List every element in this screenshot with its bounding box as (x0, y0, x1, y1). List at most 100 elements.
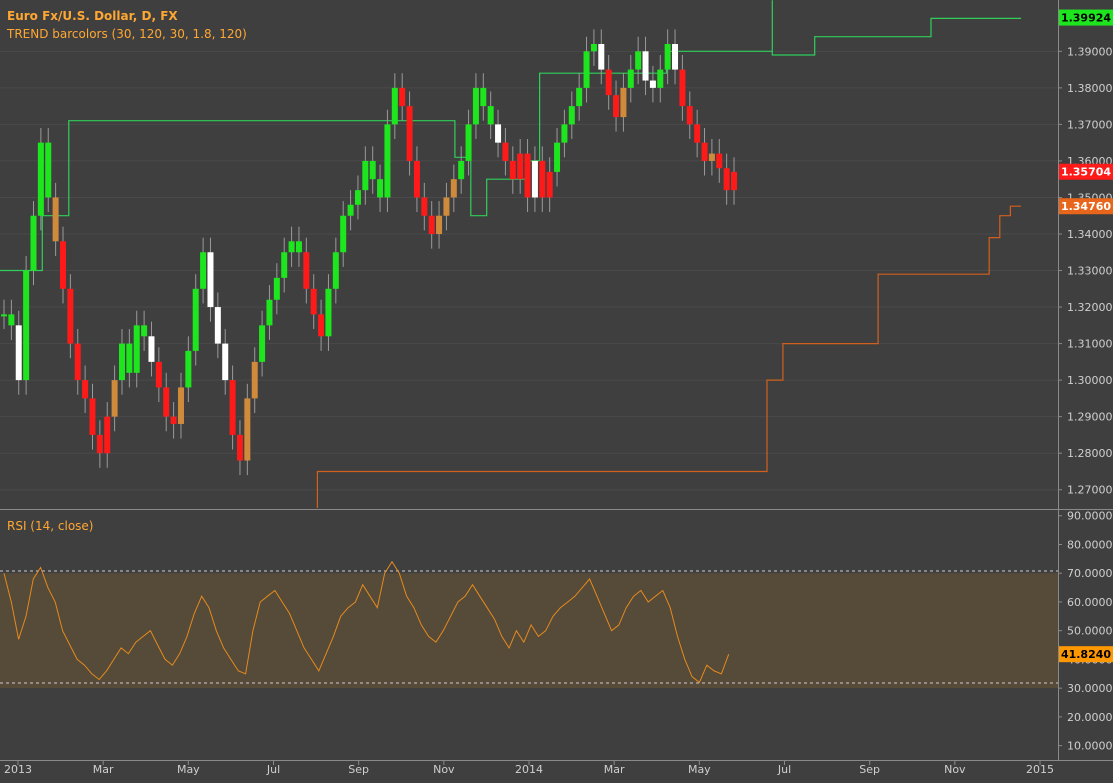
rsi-tick-label: 20.0000 (1067, 711, 1113, 724)
time-axis-label: 2014 (515, 763, 543, 776)
price-bar (686, 106, 693, 125)
price-bar (318, 314, 325, 337)
price-bar (82, 380, 89, 399)
price-bar (539, 160, 546, 198)
price-bar (554, 142, 561, 172)
price-bar (583, 51, 590, 88)
rsi-tick-label: 90.0000 (1067, 510, 1113, 523)
price-bar (428, 215, 435, 234)
price-bar (59, 241, 66, 289)
rsi-tick-label: 50.0000 (1067, 625, 1113, 638)
time-axis-label: Sep (348, 763, 369, 776)
price-bar (399, 87, 406, 107)
price-bar (288, 241, 295, 253)
chart-title: Euro Fx/U.S. Dollar, D, FX (7, 9, 178, 23)
chart-canvas[interactable]: 1.390001.380001.370001.360001.350001.340… (0, 0, 1113, 779)
price-bar (259, 325, 266, 362)
price-bar (1, 314, 7, 317)
price-bar (281, 252, 288, 278)
price-bar (568, 106, 575, 125)
price-bar (495, 124, 502, 143)
price-bar (406, 106, 413, 161)
price-bar (598, 44, 605, 70)
price-bar (458, 160, 465, 180)
price-bar (236, 434, 243, 461)
price-bar (576, 87, 583, 107)
price-bar (303, 252, 310, 289)
price-bar (672, 44, 679, 70)
price-bar (295, 241, 302, 253)
rsi-tick-label: 10.0000 (1067, 740, 1113, 753)
price-bar (509, 160, 516, 180)
price-badge-label: 1.35704 (1061, 166, 1111, 179)
price-bar (15, 325, 22, 381)
price-bar (377, 179, 384, 198)
price-bar (148, 336, 155, 362)
price-bar (222, 343, 229, 381)
price-bar (170, 416, 177, 424)
price-bar (657, 69, 664, 88)
price-tick-label: 1.33000 (1067, 265, 1113, 278)
rsi-label: RSI (14, close) (7, 519, 93, 533)
price-bar (472, 87, 479, 125)
time-axis-label: Nov (433, 763, 455, 776)
rsi-axis[interactable]: 90.000080.000070.000060.000050.000040.00… (1058, 510, 1113, 753)
price-bar (436, 215, 443, 234)
price-bar (649, 80, 656, 88)
price-bar (590, 44, 597, 52)
time-axis-label: Nov (944, 763, 966, 776)
price-tick-label: 1.38000 (1067, 82, 1113, 95)
price-bar (214, 307, 221, 344)
price-bar (30, 215, 37, 271)
price-bar (502, 142, 509, 161)
price-bar (421, 197, 428, 216)
price-bar (635, 51, 642, 70)
price-bar (104, 416, 111, 454)
price-tick-label: 1.27000 (1067, 484, 1113, 497)
price-bar (480, 87, 487, 107)
price-tick-label: 1.34000 (1067, 228, 1113, 241)
price-bar (369, 160, 376, 180)
price-bar (251, 361, 258, 399)
price-bar (23, 270, 30, 381)
chart-window: 1.39000 1.38000 1.37000 1.36000 1.35000 1.340… (0, 0, 1113, 779)
price-bar (177, 387, 184, 424)
indicator-label: TREND barcolors (30, 120, 30, 1.8, 120) (6, 27, 247, 41)
price-bar (207, 252, 214, 308)
time-axis-label: Mar (604, 763, 625, 776)
price-bar (450, 179, 457, 198)
price-bar (487, 106, 494, 125)
price-bar (325, 288, 332, 337)
price-bar (664, 44, 671, 70)
price-bar (229, 380, 236, 435)
price-badge-label: 1.34760 (1061, 200, 1111, 213)
price-bar (384, 124, 391, 198)
price-bar (163, 387, 170, 417)
price-bar (340, 215, 347, 253)
price-badge-label: 41.8240 (1061, 648, 1111, 661)
price-bar (96, 434, 103, 454)
price-bar (605, 69, 612, 96)
price-badge-label: 1.39924 (1061, 12, 1111, 25)
price-tick-label: 1.32000 (1067, 301, 1113, 314)
price-bar (362, 160, 369, 191)
price-bar (8, 314, 15, 326)
price-bar (716, 153, 723, 169)
price-bar (37, 142, 44, 216)
price-bar (347, 204, 354, 216)
price-tick-label: 1.31000 (1067, 338, 1113, 351)
price-bar (273, 277, 280, 300)
price-bar (708, 153, 715, 161)
price-bar (701, 142, 708, 161)
price-bar (443, 197, 450, 216)
price-bar (546, 171, 553, 198)
time-axis-label: Sep (859, 763, 880, 776)
price-bar (52, 197, 59, 242)
price-bar (694, 124, 701, 143)
price-bar (155, 361, 162, 388)
price-bar (413, 160, 420, 198)
price-bar (118, 343, 125, 381)
price-bar (200, 252, 207, 289)
price-bar (561, 124, 568, 143)
price-bar (126, 343, 133, 373)
